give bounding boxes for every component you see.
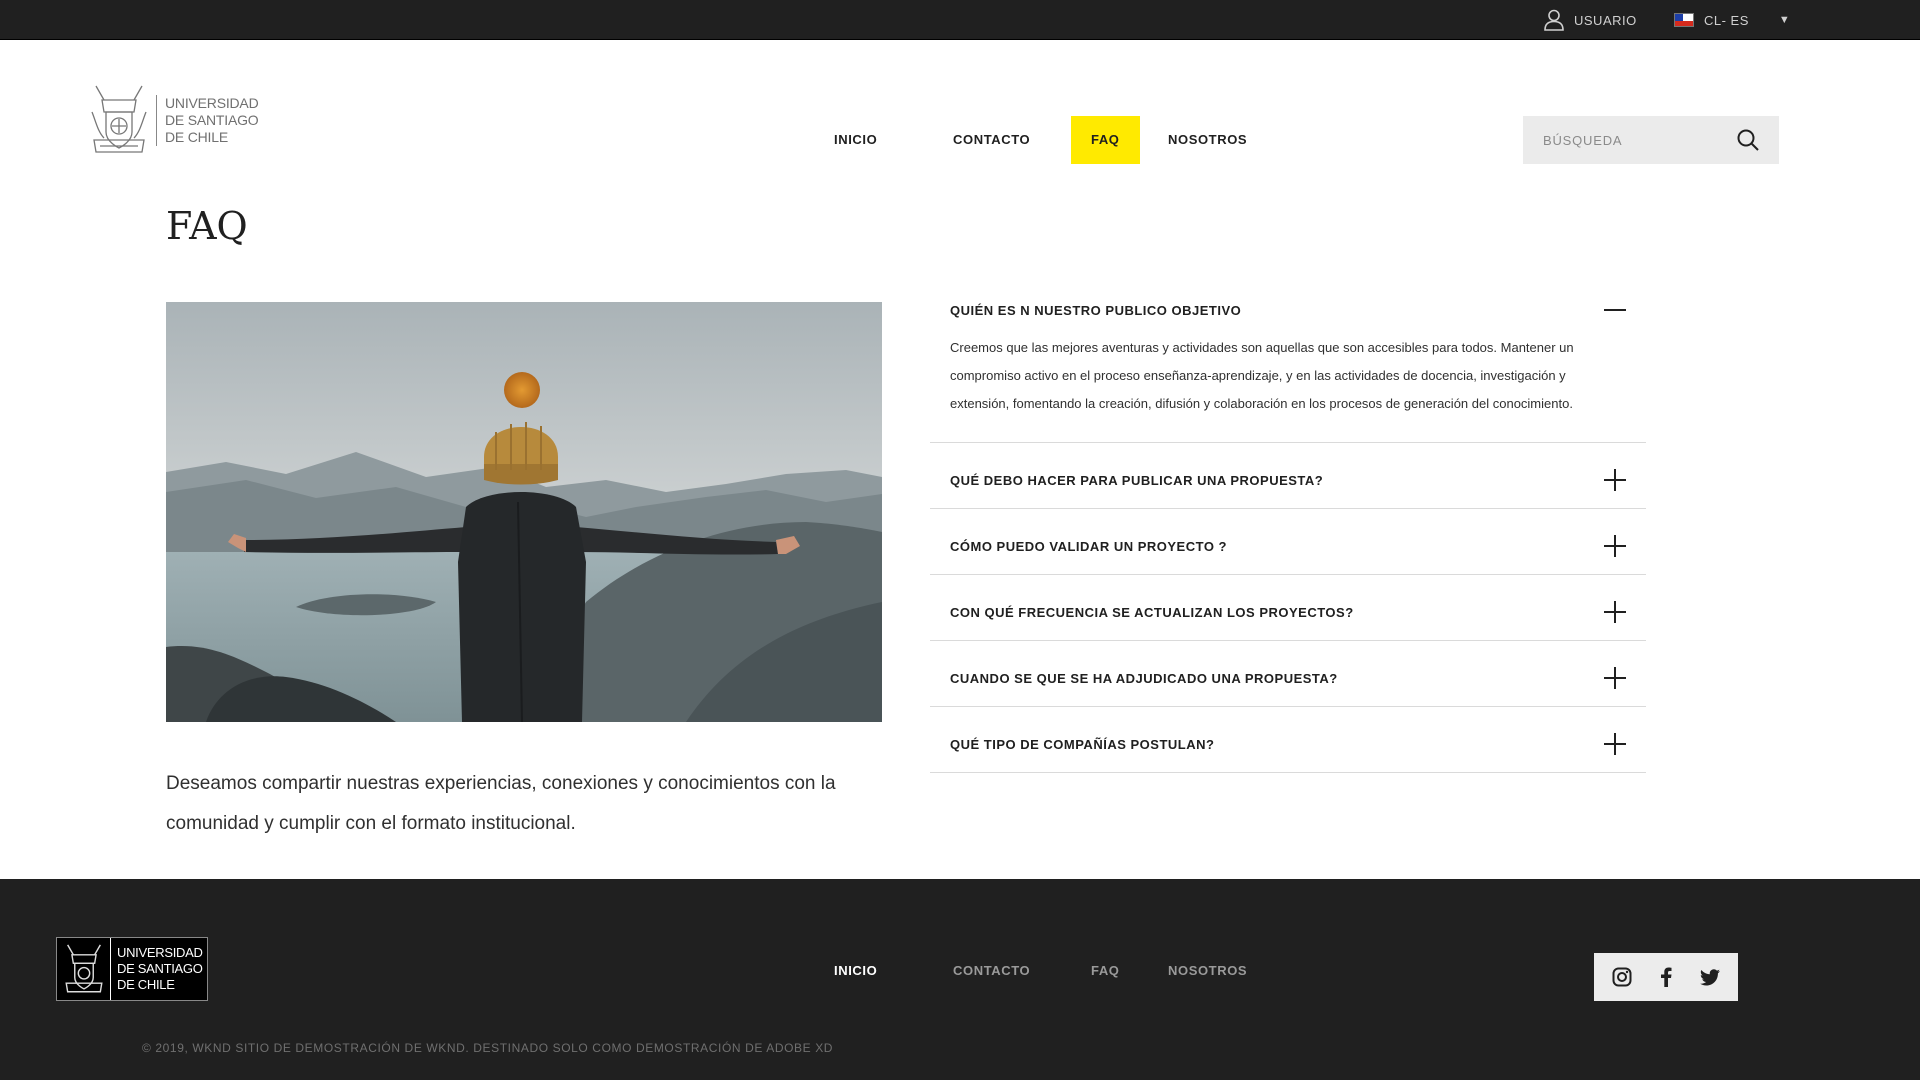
faq-question-text: QUÉ TIPO DE COMPAÑÍAS POSTULAN? (950, 736, 1215, 752)
footer: UNIVERSIDAD DE SANTIAGO DE CHILE INICIO … (0, 879, 1920, 1080)
social-links (1594, 953, 1738, 1001)
nav-item-faq[interactable]: FAQ (1071, 116, 1140, 164)
chevron-down-icon: ▼ (1778, 14, 1791, 26)
crest-icon (91, 85, 147, 153)
search-input[interactable] (1523, 116, 1733, 164)
faq-question-text: CUANDO SE QUE SE HA ADJUDICADO UNA PROPU… (950, 670, 1338, 686)
user-menu[interactable]: USUARIO (1544, 8, 1637, 32)
faq-question-text: CÓMO PUEDO VALIDAR UN PROYECTO ? (950, 538, 1227, 554)
footer-nav-inicio[interactable]: INICIO (834, 963, 877, 978)
language-label: CL- ES (1704, 12, 1749, 28)
intro-text: Deseamos compartir nuestras experiencias… (166, 773, 836, 834)
instagram-icon[interactable] (1611, 966, 1633, 988)
footer-logo[interactable]: UNIVERSIDAD DE SANTIAGO DE CHILE (56, 937, 208, 1001)
faq-item: QUÉ DEBO HACER PARA PUBLICAR UNA PROPUES… (930, 443, 1646, 509)
faq-question-2[interactable]: QUÉ DEBO HACER PARA PUBLICAR UNA PROPUES… (930, 443, 1646, 509)
minus-icon[interactable] (1604, 299, 1626, 321)
plus-icon[interactable] (1604, 535, 1626, 557)
nav-item-nosotros[interactable]: NOSOTROS (1168, 116, 1247, 164)
faq-question-text: QUÉ DEBO HACER PARA PUBLICAR UNA PROPUES… (950, 472, 1324, 488)
top-utility-bar: USUARIO CL- ES ▼ (0, 0, 1920, 40)
crest-icon (57, 938, 111, 1000)
page-title: FAQ (166, 204, 248, 248)
footer-nav-faq[interactable]: FAQ (1091, 963, 1120, 978)
user-label: USUARIO (1574, 12, 1637, 28)
footer-nav-contacto[interactable]: CONTACTO (953, 963, 1030, 978)
search-box (1523, 116, 1779, 164)
faq-question-4[interactable]: CON QUÉ FRECUENCIA SE ACTUALIZAN LOS PRO… (930, 575, 1646, 641)
footer-logo-text: UNIVERSIDAD DE SANTIAGO DE CHILE (117, 945, 203, 992)
faq-item-expanded: QUIÉN ES N NUESTRO PUBLICO OBJETIVO Cree… (930, 298, 1646, 443)
language-selector[interactable]: CL- ES ▼ (1674, 8, 1790, 32)
faq-item: CÓMO PUEDO VALIDAR UN PROYECTO ? (930, 509, 1646, 575)
faq-question-5[interactable]: CUANDO SE QUE SE HA ADJUDICADO UNA PROPU… (930, 641, 1646, 707)
faq-answer: Creemos que las mejores aventuras y acti… (950, 340, 1574, 411)
faq-item: CON QUÉ FRECUENCIA SE ACTUALIZAN LOS PRO… (930, 575, 1646, 641)
university-logo[interactable]: UNIVERSIDAD DE SANTIAGO DE CHILE (90, 82, 259, 158)
faq-question-6[interactable]: QUÉ TIPO DE COMPAÑÍAS POSTULAN? (930, 707, 1646, 773)
faq-accordion: QUIÉN ES N NUESTRO PUBLICO OBJETIVO Cree… (930, 298, 1646, 773)
plus-icon[interactable] (1604, 469, 1626, 491)
search-icon[interactable] (1737, 129, 1759, 151)
faq-item: QUÉ TIPO DE COMPAÑÍAS POSTULAN? (930, 707, 1646, 773)
footer-nav-nosotros[interactable]: NOSOTROS (1168, 963, 1247, 978)
chile-flag-icon (1674, 13, 1694, 27)
plus-icon[interactable] (1604, 733, 1626, 755)
facebook-icon[interactable] (1655, 966, 1677, 988)
faq-question-1[interactable]: QUIÉN ES N NUESTRO PUBLICO OBJETIVO (930, 298, 1646, 322)
faq-question-3[interactable]: CÓMO PUEDO VALIDAR UN PROYECTO ? (930, 509, 1646, 575)
nav-item-contacto[interactable]: CONTACTO (953, 116, 1030, 164)
twitter-icon[interactable] (1699, 966, 1721, 988)
copyright-text: © 2019, WKND SITIO DE DEMOSTRACIÓN DE WK… (142, 1041, 834, 1055)
plus-icon[interactable] (1604, 601, 1626, 623)
plus-icon[interactable] (1604, 667, 1626, 689)
user-icon (1544, 9, 1564, 31)
faq-question-text: QUIÉN ES N NUESTRO PUBLICO OBJETIVO (950, 302, 1242, 318)
nav-item-inicio[interactable]: INICIO (834, 116, 877, 164)
hero-image (166, 302, 882, 722)
faq-question-text: CON QUÉ FRECUENCIA SE ACTUALIZAN LOS PRO… (950, 604, 1354, 620)
logo-text: UNIVERSIDAD DE SANTIAGO DE CHILE (156, 94, 259, 146)
faq-item: CUANDO SE QUE SE HA ADJUDICADO UNA PROPU… (930, 641, 1646, 707)
